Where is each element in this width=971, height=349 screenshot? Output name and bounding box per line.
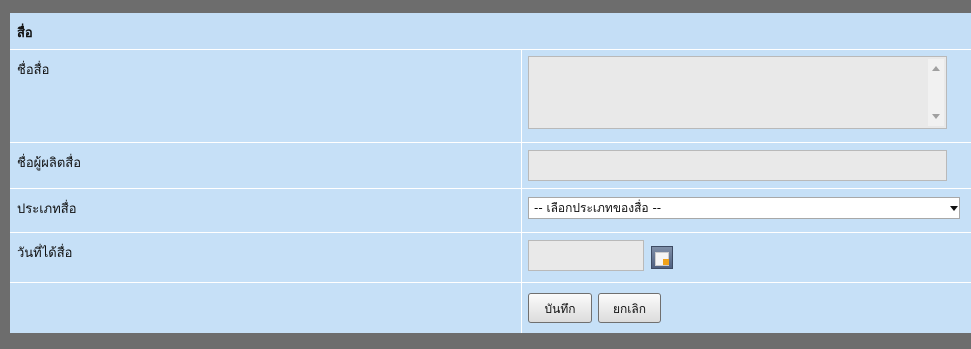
chevron-down-icon[interactable] bbox=[950, 206, 958, 211]
media-name-textarea[interactable] bbox=[528, 56, 947, 129]
scroll-down-arrow-icon[interactable] bbox=[932, 114, 940, 119]
media-type-select[interactable]: -- เลือกประเภทของสื่อ -- bbox=[528, 197, 960, 219]
media-type-selected: -- เลือกประเภทของสื่อ -- bbox=[534, 201, 662, 215]
save-button[interactable]: บันทึก bbox=[528, 293, 592, 323]
calendar-icon[interactable] bbox=[651, 246, 673, 269]
media-type-label: ประเภทสื่อ bbox=[10, 189, 522, 233]
actions-cell: บันทึก ยกเลิก bbox=[522, 283, 971, 333]
date-picker bbox=[528, 240, 971, 271]
media-name-label: ชื่อสื่อ bbox=[10, 50, 522, 143]
producer-input[interactable] bbox=[528, 150, 947, 181]
textarea-scrollbar[interactable] bbox=[928, 59, 944, 126]
page-frame: สื่อ ชื่อสื่อ ชื่อผู้ผลิตสื่อ ประเภทสื่อ bbox=[0, 0, 971, 349]
media-form: สื่อ ชื่อสื่อ ชื่อผู้ผลิตสื่อ ประเภทสื่อ bbox=[10, 13, 971, 333]
cancel-button[interactable]: ยกเลิก bbox=[598, 293, 661, 323]
date-received-input[interactable] bbox=[528, 240, 644, 271]
date-received-label: วันที่ได้สื่อ bbox=[10, 233, 522, 283]
scroll-up-arrow-icon[interactable] bbox=[932, 66, 940, 71]
calendar-mark-graphic bbox=[663, 259, 669, 265]
form-title: สื่อ bbox=[10, 13, 971, 50]
producer-label: ชื่อผู้ผลิตสื่อ bbox=[10, 143, 522, 189]
actions-label-cell bbox=[10, 283, 522, 333]
